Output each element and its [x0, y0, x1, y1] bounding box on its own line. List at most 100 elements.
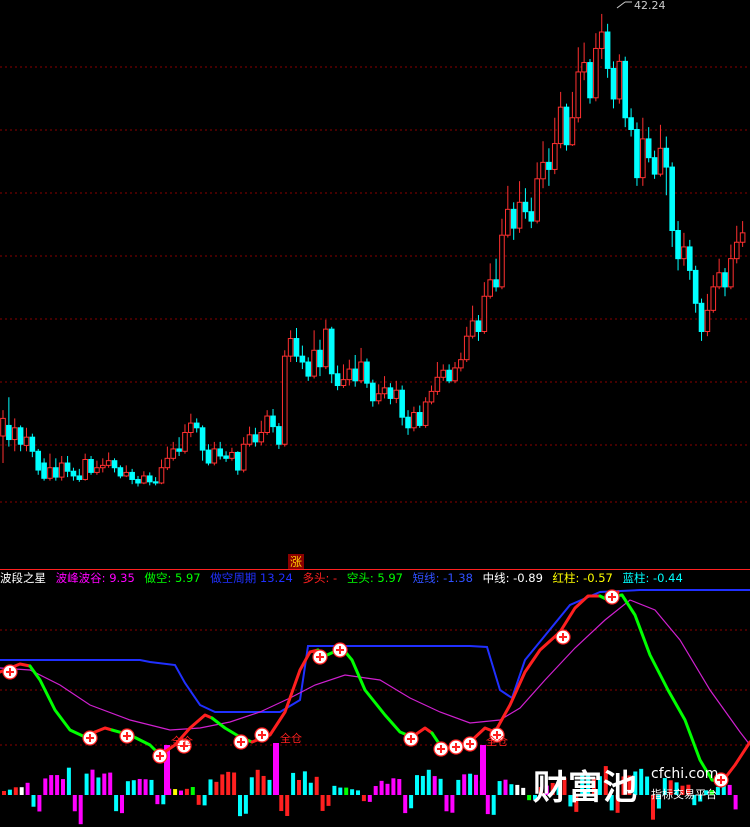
candle-body — [375, 393, 382, 402]
candle-84 — [487, 263, 494, 299]
candle-body — [510, 208, 517, 229]
long-label: 多头: - — [302, 571, 338, 585]
candle-body — [393, 389, 400, 399]
candle-body — [317, 349, 323, 368]
histogram-bar — [326, 795, 331, 806]
candle-body — [270, 415, 276, 428]
candle-body — [193, 422, 200, 429]
histogram-bar — [143, 779, 148, 795]
candle-16 — [88, 455, 94, 475]
candle-body — [258, 431, 265, 443]
candle-41 — [235, 451, 241, 475]
candle-67 — [387, 383, 394, 405]
candle-body — [440, 369, 447, 378]
candle-body — [11, 427, 18, 441]
histogram-bar — [426, 769, 431, 795]
histogram-bar — [302, 771, 307, 795]
histogram-bar — [255, 769, 260, 795]
histogram-bar — [232, 772, 237, 795]
candle-90 — [522, 188, 529, 219]
candle-5 — [23, 427, 30, 452]
candle-74 — [428, 385, 435, 405]
candle-116 — [675, 221, 681, 271]
candle-32 — [182, 424, 188, 454]
histogram-bar — [261, 775, 266, 795]
candle-86 — [499, 218, 505, 290]
candle-54 — [311, 330, 317, 379]
candle-58 — [334, 365, 341, 391]
candle-109 — [634, 122, 640, 186]
histogram-bar — [238, 795, 242, 817]
histogram-bar — [114, 795, 119, 812]
candle-body — [593, 47, 599, 99]
candlestick-series — [0, 13, 746, 487]
candle-43 — [246, 426, 253, 447]
histogram-bar — [149, 779, 154, 795]
candle-body — [499, 234, 505, 288]
candle-body — [381, 387, 388, 395]
candle-72 — [416, 405, 423, 428]
candle-98 — [569, 91, 576, 146]
candle-99 — [575, 47, 582, 123]
candle-29 — [164, 446, 171, 471]
candle-14 — [76, 468, 83, 482]
candle-body — [41, 462, 47, 479]
histogram-bar — [96, 777, 101, 795]
signal-label-0: 全仓 — [171, 734, 193, 748]
candle-body — [211, 448, 218, 464]
candle-body — [628, 117, 634, 130]
price-panel: 42.24 — [0, 0, 750, 503]
buy-marker-icon — [152, 748, 168, 764]
candle-body — [82, 459, 88, 480]
candle-body — [569, 117, 576, 146]
candle-body — [6, 424, 12, 441]
wave-segment-2 — [93, 726, 114, 734]
candle-body — [692, 269, 699, 304]
candle-122 — [710, 275, 717, 313]
candle-body — [422, 401, 429, 426]
candle-10 — [53, 458, 59, 481]
histogram-bar — [125, 781, 130, 795]
candle-110 — [640, 117, 646, 186]
watermark-brand: 财富池 — [533, 768, 638, 808]
candle-63 — [364, 358, 370, 388]
candle-body — [698, 302, 705, 332]
candle-body — [23, 436, 30, 446]
candle-body — [387, 387, 394, 399]
candle-body — [540, 161, 546, 180]
histogram-bar — [645, 776, 650, 795]
histogram-bar — [379, 780, 384, 795]
candle-body — [217, 448, 223, 457]
candle-50 — [287, 330, 294, 363]
candle-17 — [94, 460, 100, 475]
candle-97 — [563, 103, 570, 151]
buy-marker-icon — [233, 734, 249, 750]
candle-body — [47, 467, 53, 479]
buy-marker-icon — [433, 741, 449, 757]
candle-body — [675, 229, 681, 260]
histogram-bar — [66, 767, 71, 795]
candle-body — [651, 157, 658, 175]
buy-marker-icon — [2, 664, 18, 680]
candle-125 — [728, 244, 734, 290]
candle-91 — [528, 197, 535, 229]
histogram-bar — [727, 784, 732, 795]
candle-body — [240, 443, 247, 471]
candle-57 — [328, 326, 335, 384]
candle-body — [64, 462, 71, 472]
candle-body — [70, 470, 77, 477]
candle-body — [522, 201, 529, 213]
candle-body — [229, 451, 235, 459]
candle-19 — [105, 452, 112, 468]
candle-78 — [452, 362, 458, 384]
candle-body — [622, 60, 629, 119]
candle-body — [346, 368, 353, 381]
candle-117 — [681, 232, 687, 266]
histogram-bar — [515, 784, 520, 795]
histogram-bar — [220, 774, 225, 795]
candle-77 — [446, 364, 452, 384]
signal-bar-1 — [273, 743, 279, 795]
histogram-bar — [249, 777, 254, 795]
candle-75 — [434, 362, 441, 395]
histogram-bar — [291, 772, 296, 795]
